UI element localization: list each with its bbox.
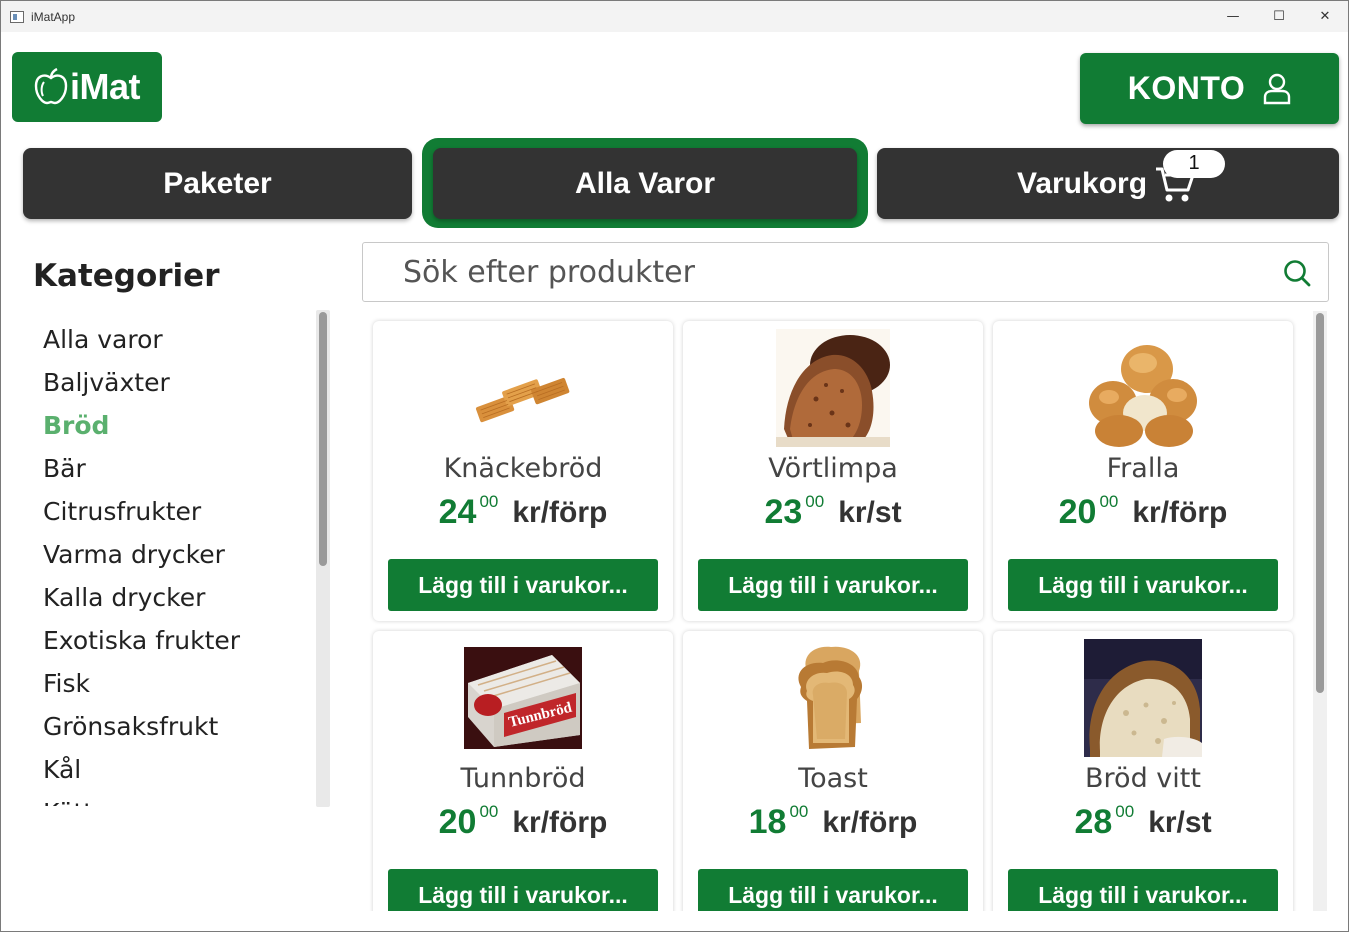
product-grid-scrollbar[interactable] <box>1313 311 1327 911</box>
category-item-kalla-drycker[interactable]: Kalla drycker <box>24 576 314 619</box>
product-price: 24 00 kr/förp <box>373 489 673 537</box>
product-card: Bröd vitt 28 00 kr/st Lägg till i varuko… <box>993 631 1293 911</box>
product-image-knackebrod <box>475 377 570 423</box>
logo-text: iMat <box>70 66 141 107</box>
maximize-button[interactable]: ☐ <box>1256 1 1302 32</box>
categories-heading: Kategorier <box>33 258 220 294</box>
search-bar <box>362 242 1329 302</box>
account-label: KONTO <box>1127 70 1246 106</box>
product-price: 20 00 kr/förp <box>373 799 673 847</box>
category-list: Alla varor Baljväxter Bröd Bär Citrusfru… <box>24 318 314 806</box>
user-icon <box>1264 73 1291 104</box>
window-title: iMatApp <box>31 9 76 24</box>
price-unit: kr/st <box>1148 806 1212 839</box>
price-whole: 28 <box>1074 803 1113 841</box>
price-unit: kr/förp <box>822 806 918 839</box>
category-scrollbar-thumb[interactable] <box>319 312 327 566</box>
search-icon[interactable] <box>1283 259 1311 287</box>
price-decimals: 00 <box>479 802 499 821</box>
price-decimals: 00 <box>1115 802 1135 821</box>
add-to-cart-button[interactable]: Lägg till i varukor... <box>1008 869 1278 911</box>
tab-varukorg[interactable]: Varukorg 1 <box>877 148 1339 219</box>
product-name: Toast <box>798 763 868 794</box>
category-item-brod[interactable]: Bröd <box>24 404 314 447</box>
tab-paketer-label: Paketer <box>163 166 272 200</box>
product-card: Toast 18 00 kr/förp Lägg till i varukor.… <box>683 631 983 911</box>
add-to-cart-button[interactable]: Lägg till i varukor... <box>388 869 658 911</box>
product-card: Tunnbröd Tunnbröd 20 00 kr/förp Lägg til… <box>373 631 673 911</box>
product-name: Bröd vitt <box>1085 763 1201 794</box>
category-item-exotiska-frukter[interactable]: Exotiska frukter <box>24 619 314 662</box>
product-card: Vörtlimpa 23 00 kr/st Lägg till i varuko… <box>683 321 983 621</box>
product-name: Fralla <box>1106 453 1180 484</box>
product-image-brod-vitt <box>1084 639 1202 757</box>
category-item-bar[interactable]: Bär <box>24 447 314 490</box>
product-price: 28 00 kr/st <box>993 799 1293 847</box>
cart-count-badge: 1 <box>1163 149 1226 178</box>
product-image-tunnbrod: Tunnbröd <box>464 647 582 749</box>
product-grid: Knäckebröd 24 00 kr/förp Lägg till i var… <box>363 311 1309 911</box>
price-whole: 24 <box>438 493 477 531</box>
imat-logo[interactable]: iMat <box>12 52 162 122</box>
price-whole: 20 <box>1058 493 1097 531</box>
product-name: Vörtlimpa <box>768 453 898 484</box>
category-item-gronsaksfrukt[interactable]: Grönsaksfrukt <box>24 705 314 748</box>
product-image-vortlimpa <box>776 329 890 447</box>
price-whole: 20 <box>438 803 477 841</box>
product-price: 18 00 kr/förp <box>683 799 983 847</box>
add-to-cart-button[interactable]: Lägg till i varukor... <box>698 559 968 611</box>
price-unit: kr/förp <box>512 806 608 839</box>
add-to-cart-button[interactable]: Lägg till i varukor... <box>698 869 968 911</box>
product-name: Knäckebröd <box>443 453 603 484</box>
product-image-fralla <box>1089 345 1197 447</box>
product-price: 23 00 kr/st <box>683 489 983 537</box>
window-controls: — ☐ ✕ <box>1210 1 1348 32</box>
price-whole: 23 <box>764 493 803 531</box>
account-button[interactable]: KONTO <box>1080 53 1339 124</box>
price-decimals: 00 <box>1099 492 1119 511</box>
price-whole: 18 <box>748 803 787 841</box>
product-name: Tunnbröd <box>460 763 586 794</box>
cart-icon-wrap: 1 <box>1155 149 1226 204</box>
minimize-button[interactable]: — <box>1210 1 1256 32</box>
product-card: Fralla 20 00 kr/förp Lägg till i varukor… <box>993 321 1293 621</box>
product-image-toast <box>798 646 863 749</box>
product-grid-scrollbar-thumb[interactable] <box>1316 313 1324 693</box>
price-decimals: 00 <box>805 492 825 511</box>
category-item-kal[interactable]: Kål <box>24 748 314 791</box>
tab-alla-varor-label: Alla Varor <box>574 166 716 200</box>
price-decimals: 00 <box>789 802 809 821</box>
tab-alla-varor[interactable]: Alla Varor <box>433 148 857 219</box>
search-input[interactable] <box>403 254 1263 290</box>
title-bar: iMatApp — ☐ ✕ <box>1 1 1348 32</box>
app-window-icon <box>10 10 24 23</box>
add-to-cart-button[interactable]: Lägg till i varukor... <box>1008 559 1278 611</box>
category-item-varma-drycker[interactable]: Varma drycker <box>24 533 314 576</box>
close-button[interactable]: ✕ <box>1302 1 1348 32</box>
category-item-baljvaxter[interactable]: Baljväxter <box>24 361 314 404</box>
product-price: 20 00 kr/förp <box>993 489 1293 537</box>
apple-icon <box>34 68 68 105</box>
price-unit: kr/förp <box>1132 496 1228 529</box>
price-unit: kr/st <box>838 496 902 529</box>
app-window: iMatApp — ☐ ✕ iMat KONTO Paketer Alla Va… <box>0 0 1349 932</box>
add-to-cart-button[interactable]: Lägg till i varukor... <box>388 559 658 611</box>
tab-paketer[interactable]: Paketer <box>23 148 412 219</box>
category-item-kott[interactable]: Kött <box>24 791 314 806</box>
price-decimals: 00 <box>479 492 499 511</box>
tab-varukorg-label: Varukorg <box>1016 166 1148 200</box>
category-item-citrusfrukter[interactable]: Citrusfrukter <box>24 490 314 533</box>
product-card: Knäckebröd 24 00 kr/förp Lägg till i var… <box>373 321 673 621</box>
category-item-fisk[interactable]: Fisk <box>24 662 314 705</box>
category-item-alla-varor[interactable]: Alla varor <box>24 318 314 361</box>
price-unit: kr/förp <box>512 496 608 529</box>
category-scrollbar[interactable] <box>316 310 330 807</box>
